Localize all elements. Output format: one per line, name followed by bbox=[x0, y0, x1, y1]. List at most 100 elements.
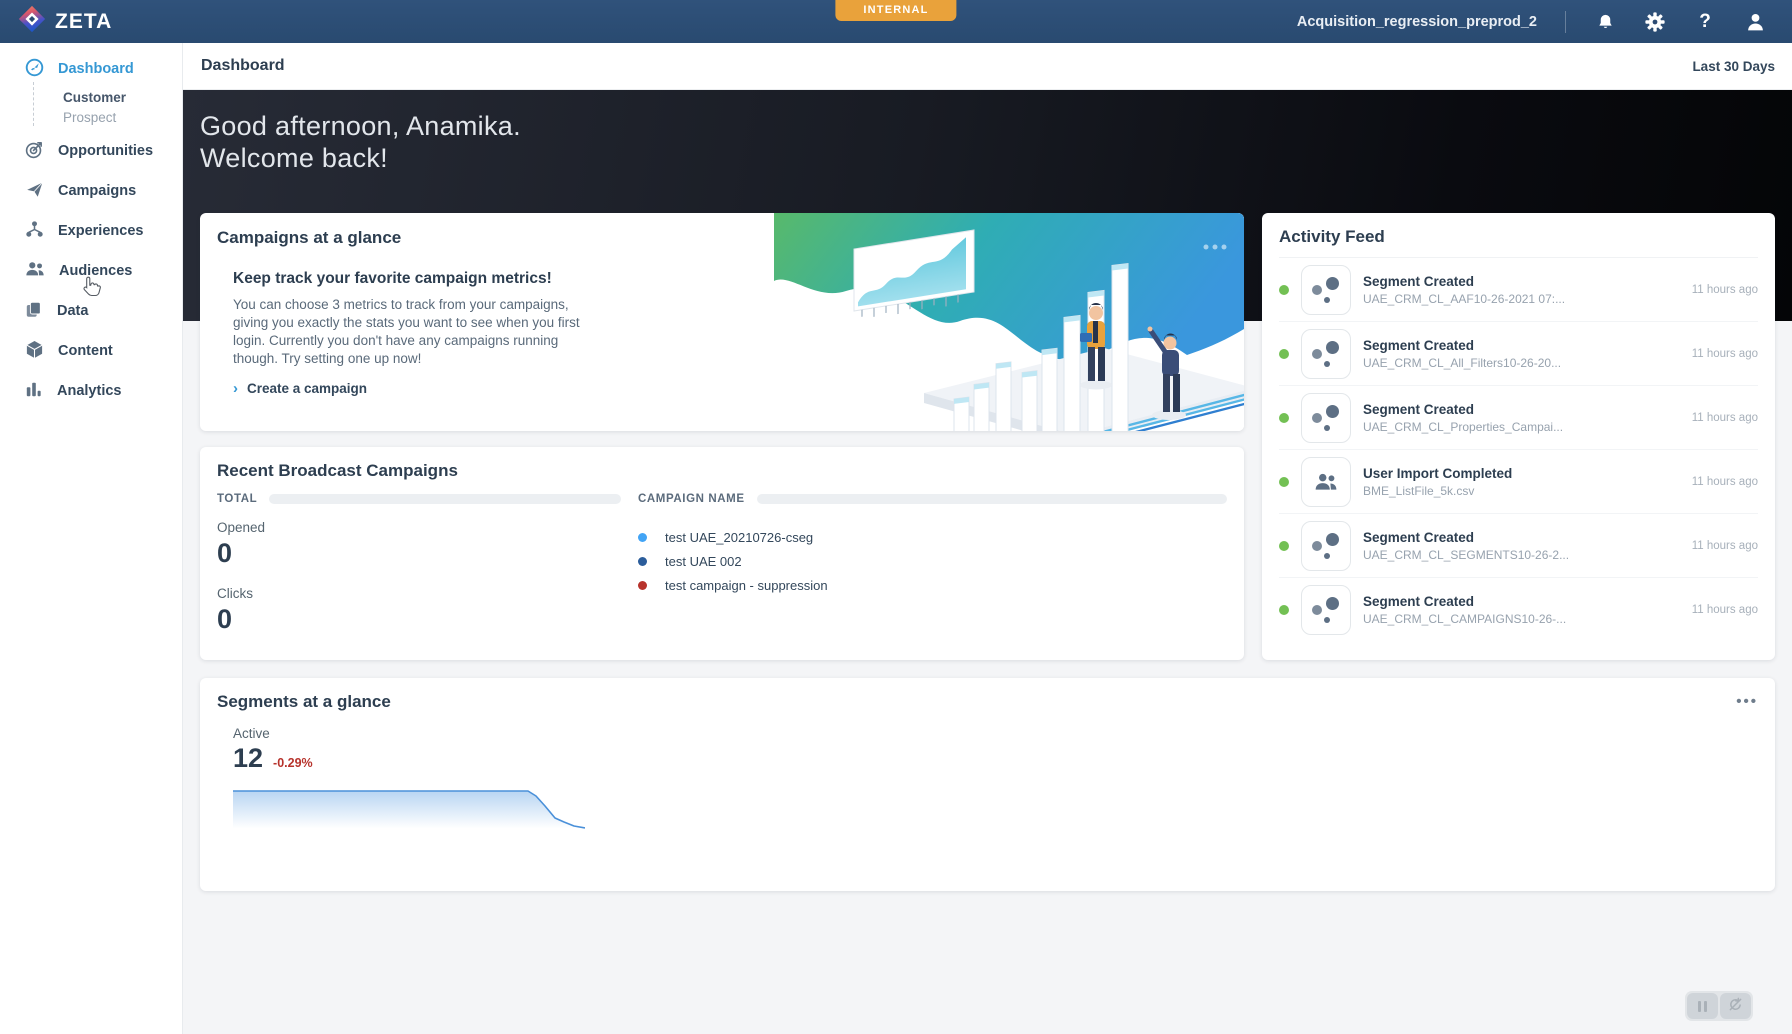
total-column-bar bbox=[269, 494, 621, 504]
segments-glance-title: Segments at a glance bbox=[217, 692, 391, 712]
activity-item[interactable]: User Import Completed BME_ListFile_5k.cs… bbox=[1279, 450, 1758, 514]
sidebar-item-opportunities[interactable]: Opportunities bbox=[0, 131, 182, 171]
activity-timestamp: 11 hours ago bbox=[1692, 412, 1758, 424]
bar-chart-icon bbox=[25, 380, 43, 402]
page-title: Dashboard bbox=[201, 57, 285, 75]
sidebar-item-label: Content bbox=[58, 343, 113, 359]
status-dot-green bbox=[1279, 477, 1289, 487]
chevron-right-icon: › bbox=[233, 381, 238, 396]
campaigns-glance-heading: Keep track your favorite campaign metric… bbox=[233, 270, 608, 288]
account-name[interactable]: Acquisition_regression_preprod_2 bbox=[1297, 14, 1537, 30]
sidebar-item-data[interactable]: Data bbox=[0, 291, 182, 331]
sidebar-subitem-label: Customer bbox=[63, 90, 126, 105]
segment-icon bbox=[1301, 393, 1351, 443]
pause-icon bbox=[1698, 1001, 1707, 1012]
ellipsis-menu-icon[interactable]: ••• bbox=[1736, 697, 1758, 707]
segments-glance-card: Segments at a glance ••• Active 12 -0.29… bbox=[200, 678, 1775, 891]
create-campaign-link[interactable]: › Create a campaign bbox=[233, 381, 608, 396]
greeting-text: Good afternoon, Anamika. Welcome back! bbox=[200, 110, 1775, 174]
segment-icon bbox=[1301, 585, 1351, 635]
help-icon[interactable]: ? bbox=[1694, 11, 1716, 33]
pages-icon bbox=[25, 300, 43, 323]
sidebar-subitem-label: Prospect bbox=[63, 110, 116, 125]
status-dot-green bbox=[1279, 349, 1289, 359]
date-range-selector[interactable]: Last 30 Days bbox=[1692, 59, 1775, 74]
sidebar: Dashboard Customer Prospect Opportunitie… bbox=[0, 43, 183, 1034]
page-header: Dashboard Last 30 Days bbox=[183, 43, 1792, 90]
campaigns-glance-card: Campaigns at a glance Keep track your fa… bbox=[200, 213, 1244, 431]
activity-timestamp: 11 hours ago bbox=[1692, 540, 1758, 552]
campaigns-glance-body: You can choose 3 metrics to track from y… bbox=[233, 296, 595, 368]
total-column-label: TOTAL bbox=[217, 493, 257, 505]
refresh-off-button[interactable] bbox=[1720, 993, 1751, 1019]
sidebar-item-label: Opportunities bbox=[58, 143, 153, 159]
internal-badge: INTERNAL bbox=[835, 0, 956, 21]
activity-timestamp: 11 hours ago bbox=[1692, 348, 1758, 360]
segment-icon bbox=[1301, 521, 1351, 571]
sidebar-item-campaigns[interactable]: Campaigns bbox=[0, 171, 182, 211]
sidebar-item-experiences[interactable]: Experiences bbox=[0, 211, 182, 251]
campaign-list-item[interactable]: test UAE_20210726-cseg bbox=[638, 525, 1227, 549]
opened-label: Opened bbox=[217, 520, 621, 535]
activity-item[interactable]: Segment Created UAE_CRM_CL_Properties_Ca… bbox=[1279, 386, 1758, 450]
activity-timestamp: 11 hours ago bbox=[1692, 284, 1758, 296]
sidebar-item-content[interactable]: Content bbox=[0, 331, 182, 371]
activity-timestamp: 11 hours ago bbox=[1692, 604, 1758, 616]
top-navbar: ZETA INTERNAL Acquisition_regression_pre… bbox=[0, 0, 1792, 43]
status-dot-green bbox=[1279, 285, 1289, 295]
dashboard-content: Good afternoon, Anamika. Welcome back! C… bbox=[183, 90, 1792, 1034]
sidebar-item-audiences[interactable]: Audiences bbox=[0, 251, 182, 291]
clicks-label: Clicks bbox=[217, 586, 621, 601]
bell-icon[interactable] bbox=[1594, 11, 1616, 33]
clicks-value: 0 bbox=[217, 604, 621, 635]
activity-feed-card: Activity Feed Segment Created UAE_CRM_CL… bbox=[1262, 213, 1775, 660]
sidebar-item-dashboard[interactable]: Dashboard bbox=[0, 51, 182, 87]
feed-controls bbox=[1685, 991, 1753, 1021]
flow-icon bbox=[25, 220, 44, 243]
sidebar-item-analytics[interactable]: Analytics bbox=[0, 371, 182, 411]
sidebar-subitem-prospect[interactable]: Prospect bbox=[0, 107, 182, 127]
brand-text: ZETA bbox=[55, 10, 112, 34]
campaign-dot bbox=[638, 581, 647, 590]
pause-button[interactable] bbox=[1687, 993, 1718, 1019]
segment-icon bbox=[1301, 265, 1351, 315]
user-avatar-icon[interactable] bbox=[1744, 11, 1766, 33]
opened-value: 0 bbox=[217, 538, 621, 569]
activity-item[interactable]: Segment Created UAE_CRM_CL_CAMPAIGNS10-2… bbox=[1279, 578, 1758, 642]
sidebar-item-label: Dashboard bbox=[58, 61, 134, 77]
zeta-logo-icon bbox=[18, 5, 46, 38]
recent-broadcast-card: Recent Broadcast Campaigns TOTAL Opened … bbox=[200, 447, 1244, 660]
campaign-illustration bbox=[774, 213, 1244, 431]
zeta-logo[interactable]: ZETA bbox=[18, 5, 112, 38]
activity-item[interactable]: Segment Created UAE_CRM_CL_AAF10-26-2021… bbox=[1279, 258, 1758, 322]
recent-broadcast-title: Recent Broadcast Campaigns bbox=[217, 461, 1227, 481]
status-dot-green bbox=[1279, 413, 1289, 423]
activity-item[interactable]: Segment Created UAE_CRM_CL_SEGMENTS10-26… bbox=[1279, 514, 1758, 578]
active-label: Active bbox=[233, 726, 1758, 741]
campaign-dot bbox=[638, 557, 647, 566]
user-import-icon bbox=[1301, 457, 1351, 507]
refresh-off-icon bbox=[1728, 997, 1743, 1015]
nav-divider bbox=[1565, 11, 1566, 33]
campaign-list-item[interactable]: test UAE 002 bbox=[638, 549, 1227, 573]
delta-badge: -0.29% bbox=[273, 756, 313, 770]
sidebar-item-label: Experiences bbox=[58, 223, 143, 239]
campaign-list: test UAE_20210726-cseg test UAE 002 test… bbox=[638, 525, 1227, 597]
sidebar-item-label: Campaigns bbox=[58, 183, 136, 199]
cube-icon bbox=[25, 340, 44, 363]
status-dot-green bbox=[1279, 541, 1289, 551]
campaign-name-column-label: CAMPAIGN NAME bbox=[638, 493, 745, 505]
campaign-dot bbox=[638, 533, 647, 542]
dashboard-gauge-icon bbox=[25, 58, 44, 81]
sidebar-item-label: Analytics bbox=[57, 383, 121, 399]
campaign-list-item[interactable]: test campaign - suppression bbox=[638, 573, 1227, 597]
campaign-name-column-bar bbox=[757, 494, 1227, 504]
activity-item[interactable]: Segment Created UAE_CRM_CL_All_Filters10… bbox=[1279, 322, 1758, 386]
gear-icon[interactable] bbox=[1644, 11, 1666, 33]
activity-feed-title: Activity Feed bbox=[1279, 213, 1758, 258]
active-value: 12 bbox=[233, 743, 263, 774]
segments-sparkline bbox=[233, 788, 1758, 843]
sidebar-item-label: Data bbox=[57, 303, 88, 319]
sidebar-subitem-customer[interactable]: Customer bbox=[0, 87, 182, 107]
segment-icon bbox=[1301, 329, 1351, 379]
